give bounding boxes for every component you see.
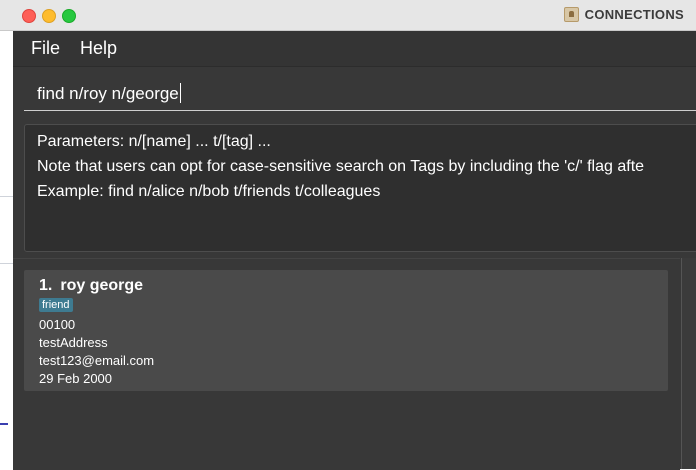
secondary-panel-edge [681,258,696,469]
background-marker [0,423,8,425]
person-list-panel: 1. roy george friend 00100 testAddress te… [13,258,680,470]
result-display[interactable]: Parameters: n/[name] ... t/[tag] ... Not… [24,124,696,252]
app-window: CONNECTIONS File Help find n/roy n/georg… [0,0,696,470]
menu-file[interactable]: File [31,38,60,59]
command-input[interactable]: find n/roy n/george [24,76,696,111]
background-divider [0,196,14,197]
person-card[interactable]: 1. roy george friend 00100 testAddress te… [24,270,668,391]
command-text: find n/roy n/george [37,83,181,104]
result-line-example: Example: find n/alice n/bob t/friends t/… [37,183,381,200]
tag-badge: friend [39,298,73,312]
background-divider [0,263,14,264]
person-date: 29 Feb 2000 [39,371,113,386]
person-address: testAddress [39,335,108,350]
result-line-parameters: Parameters: n/[name] ... t/[tag] ... [37,133,271,150]
minimize-window-button[interactable] [42,9,56,23]
command-value: find n/roy n/george [37,84,179,103]
person-email: test123@email.com [39,353,155,368]
menu-bar: File Help [13,31,696,67]
person-name-line: 1. roy george [39,277,143,295]
command-box-area: find n/roy n/george [13,67,696,115]
person-index: 1. [39,277,53,294]
window-title: CONNECTIONS [584,7,684,22]
person-phone: 00100 [39,317,76,332]
text-caret [179,83,181,103]
menu-help[interactable]: Help [80,38,117,59]
result-line-note: Note that users can opt for case-sensiti… [37,158,645,175]
window-title-group: CONNECTIONS [563,7,684,22]
app-icon [563,7,579,22]
person-name: roy george [60,277,144,294]
result-display-area: Parameters: n/[name] ... t/[tag] ... Not… [13,117,696,257]
maximize-window-button[interactable] [62,9,76,23]
close-window-button[interactable] [22,9,36,23]
title-bar: CONNECTIONS [0,0,696,31]
